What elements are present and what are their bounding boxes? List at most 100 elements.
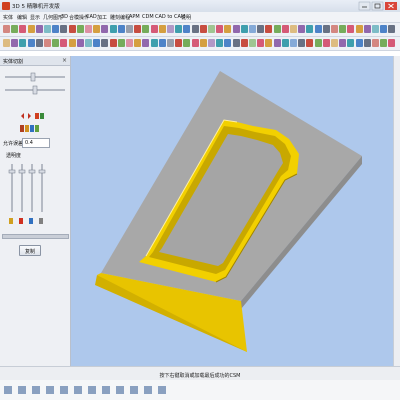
run-button[interactable]: 复制 — [19, 245, 41, 256]
3d-viewport[interactable] — [71, 56, 393, 366]
menu-item-entity[interactable]: 实体 — [3, 14, 13, 21]
toolbar-button[interactable] — [224, 39, 232, 47]
toolbar-button[interactable] — [281, 25, 289, 33]
maximize-button[interactable] — [371, 1, 384, 11]
toolbar-button[interactable] — [93, 25, 101, 33]
toolbar-button[interactable] — [355, 39, 363, 47]
toolbar-button[interactable] — [380, 25, 388, 33]
toolbar-button[interactable] — [216, 39, 224, 47]
toolbar-button[interactable] — [191, 25, 199, 33]
toolbar-button[interactable] — [52, 25, 60, 33]
menu-item-apm[interactable]: APM — [129, 14, 140, 20]
toolbar-button[interactable] — [101, 25, 109, 33]
toolbar-button[interactable] — [183, 39, 191, 47]
toolbar-button[interactable] — [52, 39, 60, 47]
menu-item-cad[interactable]: CAD — [86, 14, 97, 20]
toolbar-button[interactable] — [142, 39, 150, 47]
toolbar-button[interactable] — [257, 25, 265, 33]
toolbar-button[interactable] — [208, 39, 215, 47]
toolbar-button[interactable] — [388, 25, 396, 33]
toolbar-button[interactable] — [158, 25, 166, 33]
toolbar-button[interactable] — [126, 39, 133, 47]
toolbar-button[interactable] — [134, 25, 142, 33]
tolerance-input[interactable]: 0.4 — [22, 138, 50, 148]
bottom-tool-icons[interactable] — [4, 384, 224, 396]
toolbar-button[interactable] — [249, 39, 256, 47]
toolbar-button[interactable] — [93, 39, 101, 47]
toolbar-button[interactable] — [363, 39, 371, 47]
toolbar-button[interactable] — [3, 25, 10, 33]
toolbar-button[interactable] — [339, 39, 347, 47]
toolbar-button[interactable] — [183, 25, 191, 33]
toolbar-button[interactable] — [347, 25, 355, 33]
vertical-scrollbar[interactable] — [393, 56, 400, 366]
toolbar-button[interactable] — [101, 39, 109, 47]
toolbar-button[interactable] — [363, 25, 371, 33]
toolbar-button[interactable] — [216, 25, 224, 33]
toolbar-button[interactable] — [265, 39, 273, 47]
menu-item-machining[interactable]: 加工 — [97, 14, 107, 21]
toolbar-button[interactable] — [167, 39, 174, 47]
toolbar-button[interactable] — [306, 25, 314, 33]
toolbar-button[interactable] — [35, 39, 43, 47]
toolbar-button[interactable] — [290, 25, 297, 33]
toolbar-button[interactable] — [191, 39, 199, 47]
toolbar-button[interactable] — [109, 39, 117, 47]
toolbar-button[interactable] — [314, 39, 322, 47]
toolbar-button[interactable] — [35, 25, 43, 33]
toolbar-button[interactable] — [380, 39, 388, 47]
toolbar-button[interactable] — [76, 39, 84, 47]
menu-item-help[interactable]: 说明 — [181, 14, 191, 21]
toolbar-button[interactable] — [232, 25, 240, 33]
toolbar-button[interactable] — [11, 39, 19, 47]
toolbar-button[interactable] — [109, 25, 117, 33]
menu-item-view[interactable]: 显示 — [30, 14, 40, 21]
close-icon[interactable]: × — [62, 57, 67, 64]
toolbar-button[interactable] — [175, 25, 183, 33]
toolbar-button[interactable] — [150, 39, 158, 47]
toolbar-button[interactable] — [60, 25, 68, 33]
toolbar-button[interactable] — [3, 39, 10, 47]
mode-icons[interactable] — [20, 124, 50, 133]
toolbar-button[interactable] — [314, 25, 322, 33]
toolbar-button[interactable] — [134, 39, 142, 47]
toolbar-button[interactable] — [117, 25, 125, 33]
toolbar-button[interactable] — [44, 39, 51, 47]
toolbar-button[interactable] — [322, 25, 330, 33]
toolbar-button[interactable] — [150, 25, 158, 33]
toolbar-button[interactable] — [126, 25, 133, 33]
toolbar-button[interactable] — [19, 25, 27, 33]
toolbar-button[interactable] — [257, 39, 265, 47]
depth-slider[interactable] — [3, 72, 67, 82]
toolbar-button[interactable] — [273, 25, 281, 33]
menu-item-cdm[interactable]: CDM — [142, 14, 154, 20]
toolbar-button[interactable] — [142, 25, 150, 33]
toolbar-button[interactable] — [117, 39, 125, 47]
toolbar-button[interactable] — [372, 39, 379, 47]
toolbar-button[interactable] — [224, 25, 232, 33]
toolbar-button[interactable] — [339, 25, 347, 33]
toolbar-button[interactable] — [298, 39, 306, 47]
toolbar-button[interactable] — [273, 39, 281, 47]
toolbar-button[interactable] — [290, 39, 297, 47]
toolbar-button[interactable] — [167, 25, 174, 33]
toolbar-button[interactable] — [240, 25, 248, 33]
toolbar-button[interactable] — [249, 25, 256, 33]
menu-item-engraving[interactable]: 雕刻编程 — [110, 14, 130, 21]
menu-item-geometry[interactable]: 几何图形 — [43, 14, 63, 21]
toolbar-button[interactable] — [322, 39, 330, 47]
transparency-sliders[interactable] — [6, 160, 50, 216]
toolbar-button[interactable] — [199, 39, 207, 47]
toolbar-button[interactable] — [232, 39, 240, 47]
toolbar-button[interactable] — [27, 25, 35, 33]
toolbar-button[interactable] — [44, 25, 51, 33]
toolbar-button[interactable] — [199, 25, 207, 33]
menu-item-3d[interactable]: 3D — [61, 14, 68, 20]
toolbar-button[interactable] — [11, 25, 19, 33]
toolbar-button[interactable] — [347, 39, 355, 47]
toolbar-button[interactable] — [27, 39, 35, 47]
toolbar-button[interactable] — [85, 25, 92, 33]
toolbar-button[interactable] — [85, 39, 92, 47]
toolbar-button[interactable] — [298, 25, 306, 33]
toolbar-button[interactable] — [372, 25, 379, 33]
